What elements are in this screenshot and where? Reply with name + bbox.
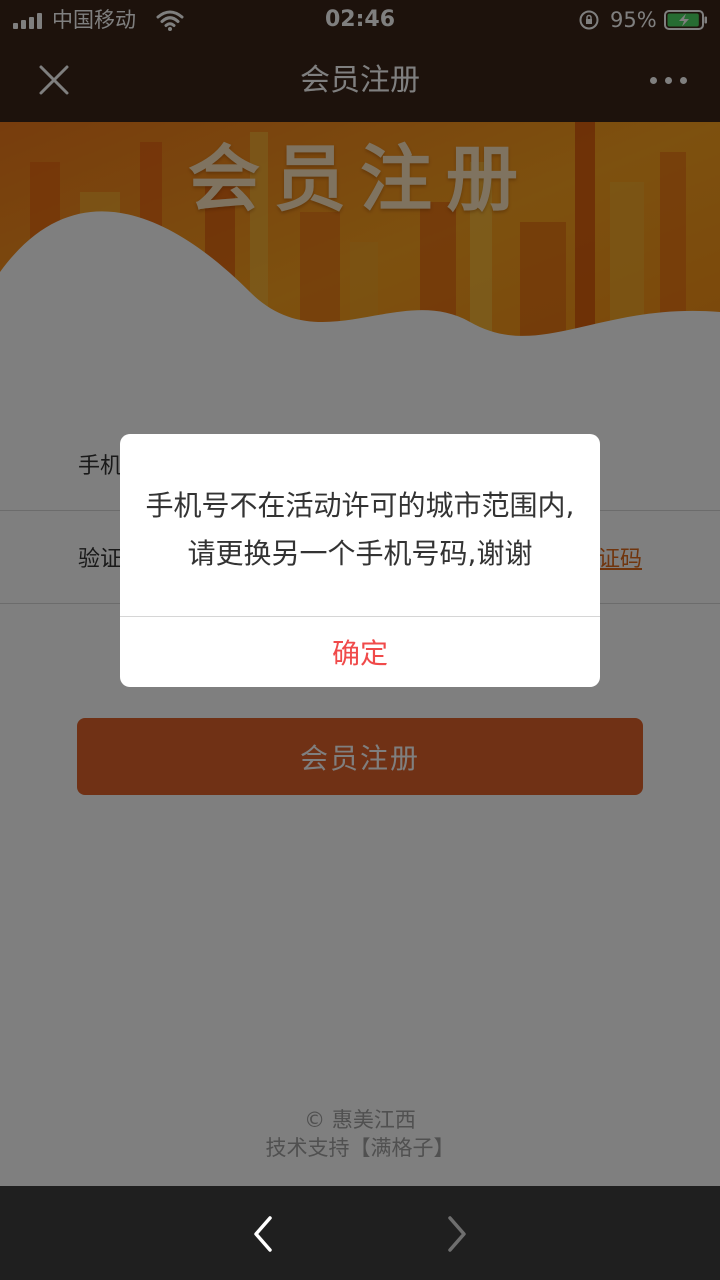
dialog-message: 手机号不在活动许可的城市范围内,请更换另一个手机号码,谢谢 <box>145 489 575 570</box>
chevron-right-icon[interactable] <box>438 1214 474 1254</box>
browser-toolbar <box>0 1186 720 1280</box>
chevron-left-icon[interactable] <box>246 1214 282 1254</box>
screen: 中国移动 02:46 95% 会员注册 <box>0 0 720 1280</box>
alert-dialog: 手机号不在活动许可的城市范围内,请更换另一个手机号码,谢谢 确定 <box>120 434 600 687</box>
confirm-button[interactable]: 确定 <box>120 617 600 687</box>
